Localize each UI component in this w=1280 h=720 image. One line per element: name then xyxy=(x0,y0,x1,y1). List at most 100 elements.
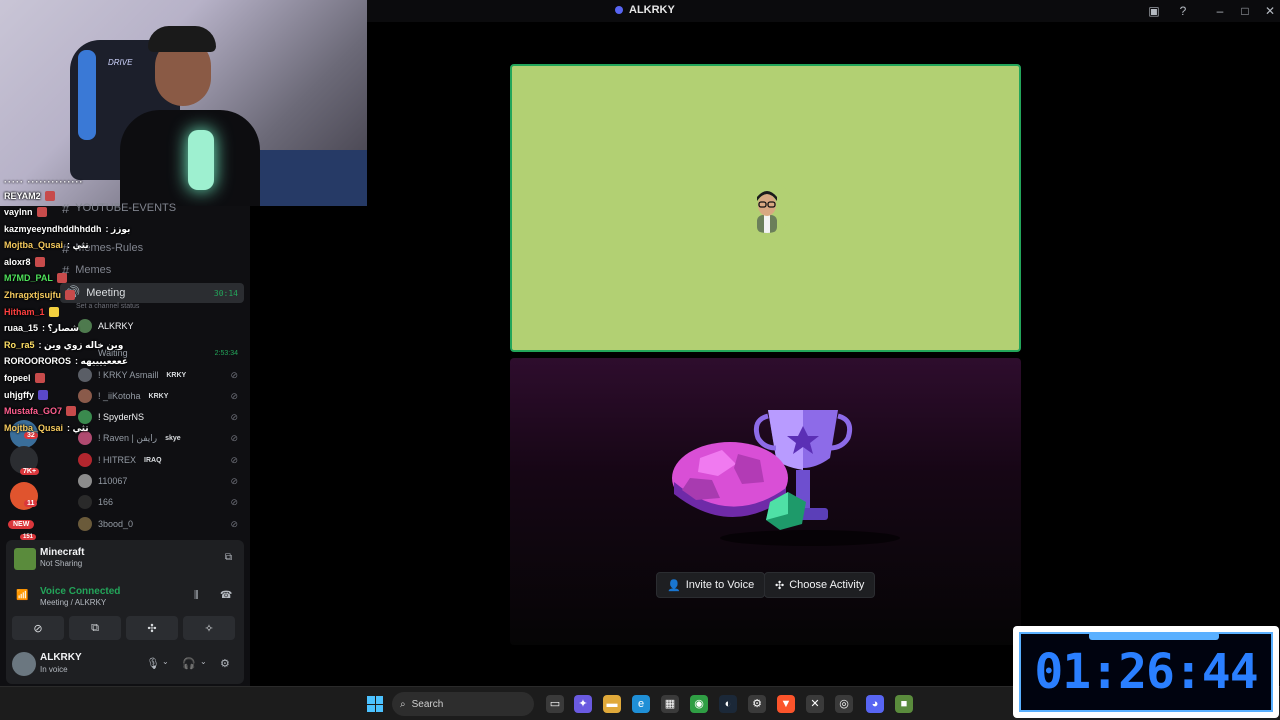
windows-start-icon[interactable] xyxy=(367,696,383,712)
window-title-text: ALKRKY xyxy=(629,4,675,16)
timer-value: 01:26:44 xyxy=(1034,644,1258,700)
member-avatar xyxy=(78,368,92,382)
chat-user: ruaa_15 xyxy=(4,323,39,333)
chat-user: Mojtba_Qusai xyxy=(4,240,64,250)
channel-status-placeholder[interactable]: Set a channel status xyxy=(76,303,139,310)
chat-message: : تثي xyxy=(67,239,89,250)
deafened-icon: ⊘ xyxy=(230,411,238,422)
discord-icon[interactable]: ◕ xyxy=(866,695,884,713)
chat-emote-icon xyxy=(34,373,45,383)
member-tag: skye xyxy=(165,434,181,442)
store-icon[interactable]: ▦ xyxy=(661,695,679,713)
activities-icon: ✣ xyxy=(147,622,157,635)
file-explorer-icon[interactable]: ▬ xyxy=(603,695,621,713)
chat-line: aloxr8 xyxy=(4,255,45,269)
member-name: ALKRKY xyxy=(98,321,134,331)
member-row[interactable]: ! SpyderNS ⊘ xyxy=(78,408,244,426)
chat-line: Zhragxtjsujfu xyxy=(4,288,76,302)
choose-activity-button[interactable]: ✣ Choose Activity xyxy=(764,572,876,598)
gear-icon[interactable]: ⚙ xyxy=(220,657,230,670)
avatar[interactable] xyxy=(12,652,36,676)
trophy-shell-illustration xyxy=(672,410,900,546)
task-view-icon[interactable]: ▭ xyxy=(546,695,564,713)
inbox-icon[interactable]: ▣ xyxy=(1147,4,1161,18)
chat-line: vaylnn xyxy=(4,205,47,219)
screen-share-button[interactable]: ⧉ xyxy=(69,616,121,640)
server-badge: NEW xyxy=(8,520,35,529)
member-row[interactable]: ALKRKY xyxy=(78,317,244,335)
headphones-icon[interactable]: 🎧 xyxy=(182,657,196,670)
brave-icon[interactable]: ▼ xyxy=(777,695,795,713)
chevron-down-icon[interactable]: ⌄ xyxy=(200,657,207,666)
member-avatar xyxy=(78,319,92,333)
obs-icon[interactable]: ◎ xyxy=(835,695,853,713)
copilot-icon[interactable]: ✦ xyxy=(574,695,592,713)
soundboard-button[interactable]: ✧ xyxy=(183,616,235,640)
activities-button[interactable]: ✣ xyxy=(126,616,178,640)
channel-youtube-events[interactable]: # YOUTUBE-EVENTS xyxy=(62,198,176,218)
member-avatar xyxy=(78,517,92,531)
chat-line: uhjgffy xyxy=(4,388,48,402)
chat-user: Zhragxtjsujfu xyxy=(4,290,62,300)
add-user-icon: 👤 xyxy=(667,579,681,592)
channel-timer: 30:14 xyxy=(213,288,238,298)
noise-suppression-icon[interactable]: ⫼ xyxy=(194,590,199,601)
member-name: 3bood_0 xyxy=(98,519,134,529)
camera-off-button[interactable]: ⊘ xyxy=(12,616,64,640)
chrome-icon[interactable]: ◉ xyxy=(690,695,708,713)
chat-user: Ro_ra5 xyxy=(4,340,35,350)
soundboard-icon: ✧ xyxy=(204,622,214,635)
maximize-icon[interactable]: □ xyxy=(1238,4,1252,18)
channel-meeting[interactable]: 🔊 Meeting 30:14 xyxy=(60,283,244,303)
voice-user-tile[interactable] xyxy=(510,64,1021,352)
edge-icon[interactable]: e xyxy=(632,695,650,713)
member-row[interactable]: 3bood_0 ⊘ xyxy=(78,515,244,533)
share-activity-icon[interactable]: ⧉ xyxy=(225,552,232,563)
member-name: 110067 xyxy=(98,476,128,486)
member-row[interactable]: 166 ⊘ xyxy=(78,493,244,511)
search-placeholder: Search xyxy=(411,698,444,710)
server-badge: 11 xyxy=(24,500,38,507)
deafened-icon: ⊘ xyxy=(230,496,238,507)
close-icon[interactable]: ✕ xyxy=(1263,4,1277,18)
minimize-icon[interactable]: – xyxy=(1213,4,1227,18)
user-status: In voice xyxy=(40,665,68,674)
app-icon[interactable]: ✕ xyxy=(806,695,824,713)
member-row[interactable]: ! KRKY Asmaill KRKY ⊘ xyxy=(78,366,244,384)
member-row[interactable]: ! Raven | رايفن skye ⊘ xyxy=(78,429,244,447)
server-badge: 7K+ xyxy=(20,468,40,475)
chat-line: fopeel xyxy=(4,371,45,385)
member-row[interactable]: 110067 ⊘ xyxy=(78,472,244,490)
voice-location[interactable]: Meeting / ALKRKY xyxy=(40,598,106,607)
chat-emote-icon xyxy=(65,290,76,300)
minecraft-taskbar-icon[interactable]: ■ xyxy=(895,695,913,713)
member-tag: IRAQ xyxy=(144,456,162,464)
microphone-icon[interactable]: 🎙 xyxy=(146,657,160,670)
app-logo-icon xyxy=(615,6,623,14)
member-row[interactable]: ! _iiKotoha KRKY ⊘ xyxy=(78,387,244,405)
channel-memes[interactable]: # Memes xyxy=(62,260,111,280)
chat-line: Mojtba_Qusai: تثي xyxy=(4,421,89,435)
username[interactable]: ALKRKY xyxy=(40,652,82,663)
signal-icon[interactable]: 📶 xyxy=(16,590,28,601)
member-name: ! Raven | رايفن xyxy=(98,432,158,443)
chat-line: Ro_ra5: وين خاله زوي وين xyxy=(4,338,123,352)
member-row[interactable]: ! HITREX IRAQ ⊘ xyxy=(78,451,244,469)
webcam-chair-accent xyxy=(78,50,96,140)
chat-user: Hitham_1 xyxy=(4,307,45,317)
settings-icon[interactable]: ⚙ xyxy=(748,695,766,713)
deafened-icon: ⊘ xyxy=(230,369,238,380)
steam-icon[interactable]: ◐ xyxy=(719,695,737,713)
invite-to-voice-button[interactable]: 👤 Invite to Voice xyxy=(656,572,766,598)
taskbar-search[interactable]: ⌕ Search xyxy=(392,692,534,716)
member-avatar xyxy=(78,495,92,509)
chat-line: M7MD_PAL xyxy=(4,271,67,285)
activity-tile xyxy=(510,358,1021,645)
chat-line: Hitham_1 xyxy=(4,305,59,319)
chat-emote-icon xyxy=(36,207,47,217)
chevron-down-icon[interactable]: ⌄ xyxy=(162,657,169,666)
help-icon[interactable]: ? xyxy=(1176,4,1190,18)
chat-user: Mustafa_GO7 xyxy=(4,406,63,416)
disconnect-icon[interactable]: ☎ xyxy=(220,590,232,601)
voice-connected-label[interactable]: Voice Connected xyxy=(40,586,120,597)
